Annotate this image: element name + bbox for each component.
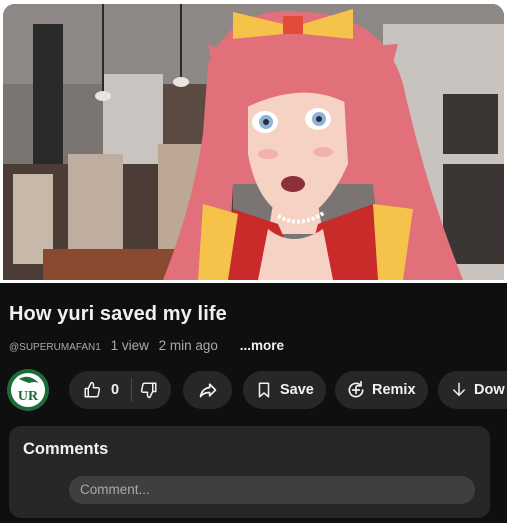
remix-icon: [346, 380, 366, 400]
more-link[interactable]: ...more: [240, 338, 284, 353]
remix-label: Remix: [372, 382, 416, 398]
download-arrow-icon: [450, 381, 468, 399]
download-button[interactable]: Dow: [438, 371, 507, 409]
dislike-button[interactable]: [132, 371, 158, 409]
action-bar: 0 Save Remix Dow: [0, 371, 507, 409]
like-dislike-group: 0: [69, 371, 171, 409]
bottom-edge: [0, 518, 507, 523]
download-label: Dow: [474, 382, 505, 398]
comments-heading: Comments: [23, 440, 109, 458]
view-count: 1 view: [110, 338, 149, 353]
like-count: 0: [111, 382, 120, 398]
share-button[interactable]: [183, 371, 232, 409]
save-button[interactable]: Save: [243, 371, 326, 409]
thumbs-down-icon: [140, 381, 158, 399]
comments-section[interactable]: Comments Comment...: [9, 426, 490, 518]
video-player[interactable]: [3, 4, 504, 280]
video-frame: [3, 4, 504, 280]
video-info-panel: How yuri saved my life @SUPERUMAFAN1 1 v…: [0, 283, 507, 523]
remix-button[interactable]: Remix: [335, 371, 428, 409]
upload-age: 2 min ago: [158, 338, 218, 353]
save-label: Save: [280, 382, 314, 398]
video-title: How yuri saved my life: [9, 303, 227, 325]
bookmark-icon: [255, 381, 273, 399]
like-button[interactable]: 0: [69, 371, 119, 409]
channel-handle[interactable]: @SUPERUMAFAN1: [9, 342, 101, 353]
video-meta: @SUPERUMAFAN1 1 view 2 min ago ...more: [9, 338, 290, 353]
share-arrow-icon: [198, 380, 218, 400]
thumbs-up-icon: [83, 381, 101, 399]
comment-input[interactable]: Comment...: [69, 476, 475, 504]
